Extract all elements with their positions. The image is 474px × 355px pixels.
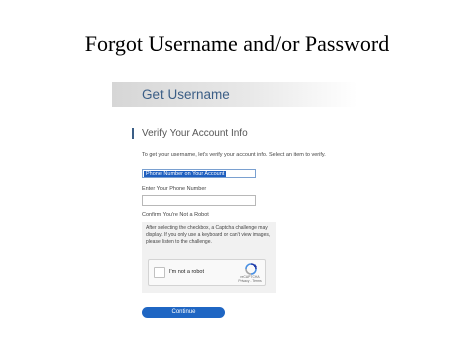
- verify-method-selected-option: Phone Number on Your Account: [144, 171, 227, 177]
- recaptcha-links[interactable]: Privacy - Terms: [236, 279, 264, 283]
- slide-title: Forgot Username and/or Password: [84, 31, 390, 56]
- recaptcha-widget: I'm not a robot reCAPTCHA Privacy - Term…: [148, 259, 266, 286]
- banner-title: Get Username: [142, 87, 230, 102]
- section-accent-bar: [132, 128, 134, 139]
- intro-text: To get your username, let's verify your …: [142, 152, 326, 158]
- captcha-help-text: After selecting the checkbox, a Captcha …: [146, 225, 271, 245]
- phone-input[interactable]: [142, 195, 256, 206]
- page-banner: Get Username: [112, 82, 358, 107]
- continue-button[interactable]: Continue: [142, 307, 225, 318]
- captcha-panel: After selecting the checkbox, a Captcha …: [142, 222, 276, 293]
- recaptcha-label: I'm not a robot: [169, 269, 204, 275]
- phone-label: Enter Your Phone Number: [142, 186, 207, 192]
- robot-label: Confirm You're Not a Robot: [142, 212, 209, 218]
- recaptcha-checkbox[interactable]: [154, 267, 165, 278]
- recaptcha-logo-icon: [245, 263, 257, 275]
- section-title: Verify Your Account Info: [142, 128, 248, 139]
- verify-method-select[interactable]: Phone Number on Your Account: [142, 169, 256, 178]
